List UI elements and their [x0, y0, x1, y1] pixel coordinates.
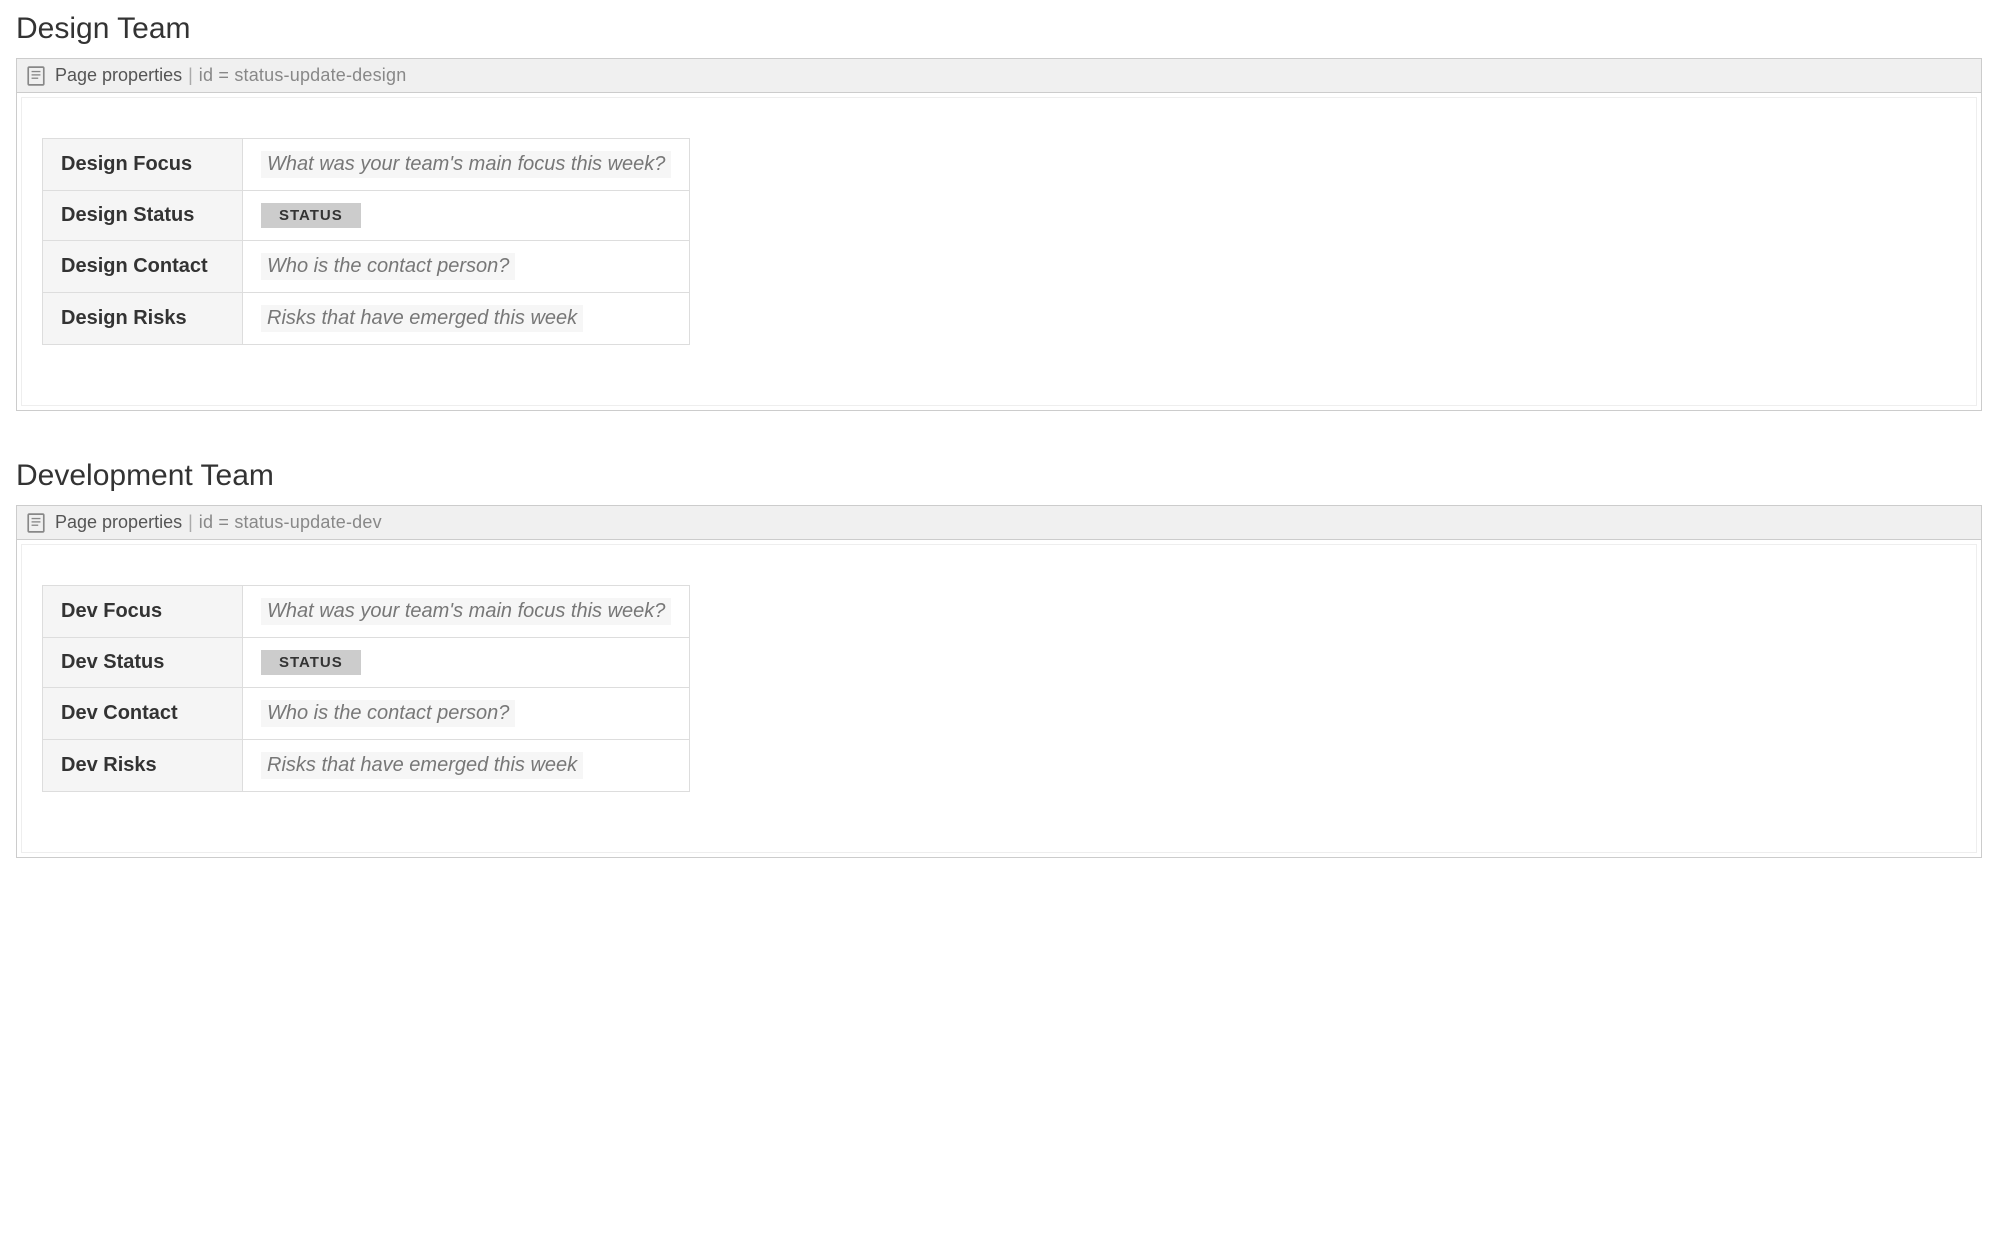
table-row: Dev Contact Who is the contact person?: [43, 688, 690, 740]
property-value[interactable]: Risks that have emerged this week: [243, 740, 690, 792]
property-key: Dev Risks: [43, 740, 243, 792]
status-lozenge[interactable]: STATUS: [261, 203, 361, 228]
property-key: Dev Contact: [43, 688, 243, 740]
property-value[interactable]: What was your team's main focus this wee…: [243, 586, 690, 638]
section-design-team: Design Team Page properties|id = status-…: [16, 12, 1982, 411]
macro-label: Page properties|id = status-update-desig…: [55, 65, 406, 86]
table-row: Design Risks Risks that have emerged thi…: [43, 293, 690, 345]
status-lozenge[interactable]: STATUS: [261, 650, 361, 675]
property-value[interactable]: STATUS: [243, 638, 690, 688]
property-value[interactable]: Who is the contact person?: [243, 688, 690, 740]
placeholder-text: Risks that have emerged this week: [261, 305, 583, 332]
table-row: Dev Status STATUS: [43, 638, 690, 688]
property-key: Design Risks: [43, 293, 243, 345]
table-row: Design Status STATUS: [43, 191, 690, 241]
placeholder-text: Who is the contact person?: [261, 700, 515, 727]
macro-header: Page properties|id = status-update-dev: [17, 506, 1981, 540]
macro-body: Dev Focus What was your team's main focu…: [21, 544, 1977, 853]
section-title: Development Team: [16, 459, 1982, 493]
property-value[interactable]: Risks that have emerged this week: [243, 293, 690, 345]
property-value[interactable]: What was your team's main focus this wee…: [243, 139, 690, 191]
section-development-team: Development Team Page properties|id = st…: [16, 459, 1982, 858]
page-properties-macro[interactable]: Page properties|id = status-update-dev D…: [16, 505, 1982, 858]
property-key: Dev Status: [43, 638, 243, 688]
macro-label: Page properties|id = status-update-dev: [55, 512, 382, 533]
table-row: Design Focus What was your team's main f…: [43, 139, 690, 191]
property-key: Design Status: [43, 191, 243, 241]
macro-body: Design Focus What was your team's main f…: [21, 97, 1977, 406]
property-value[interactable]: STATUS: [243, 191, 690, 241]
placeholder-text: What was your team's main focus this wee…: [261, 598, 671, 625]
property-key: Design Contact: [43, 241, 243, 293]
properties-table: Design Focus What was your team's main f…: [42, 138, 690, 345]
property-value[interactable]: Who is the contact person?: [243, 241, 690, 293]
page-properties-macro[interactable]: Page properties|id = status-update-desig…: [16, 58, 1982, 411]
page-properties-icon: [27, 66, 45, 86]
section-title: Design Team: [16, 12, 1982, 46]
macro-header: Page properties|id = status-update-desig…: [17, 59, 1981, 93]
placeholder-text: Who is the contact person?: [261, 253, 515, 280]
table-row: Design Contact Who is the contact person…: [43, 241, 690, 293]
placeholder-text: Risks that have emerged this week: [261, 752, 583, 779]
properties-table: Dev Focus What was your team's main focu…: [42, 585, 690, 792]
table-row: Dev Focus What was your team's main focu…: [43, 586, 690, 638]
placeholder-text: What was your team's main focus this wee…: [261, 151, 671, 178]
property-key: Design Focus: [43, 139, 243, 191]
table-row: Dev Risks Risks that have emerged this w…: [43, 740, 690, 792]
page-properties-icon: [27, 513, 45, 533]
property-key: Dev Focus: [43, 586, 243, 638]
